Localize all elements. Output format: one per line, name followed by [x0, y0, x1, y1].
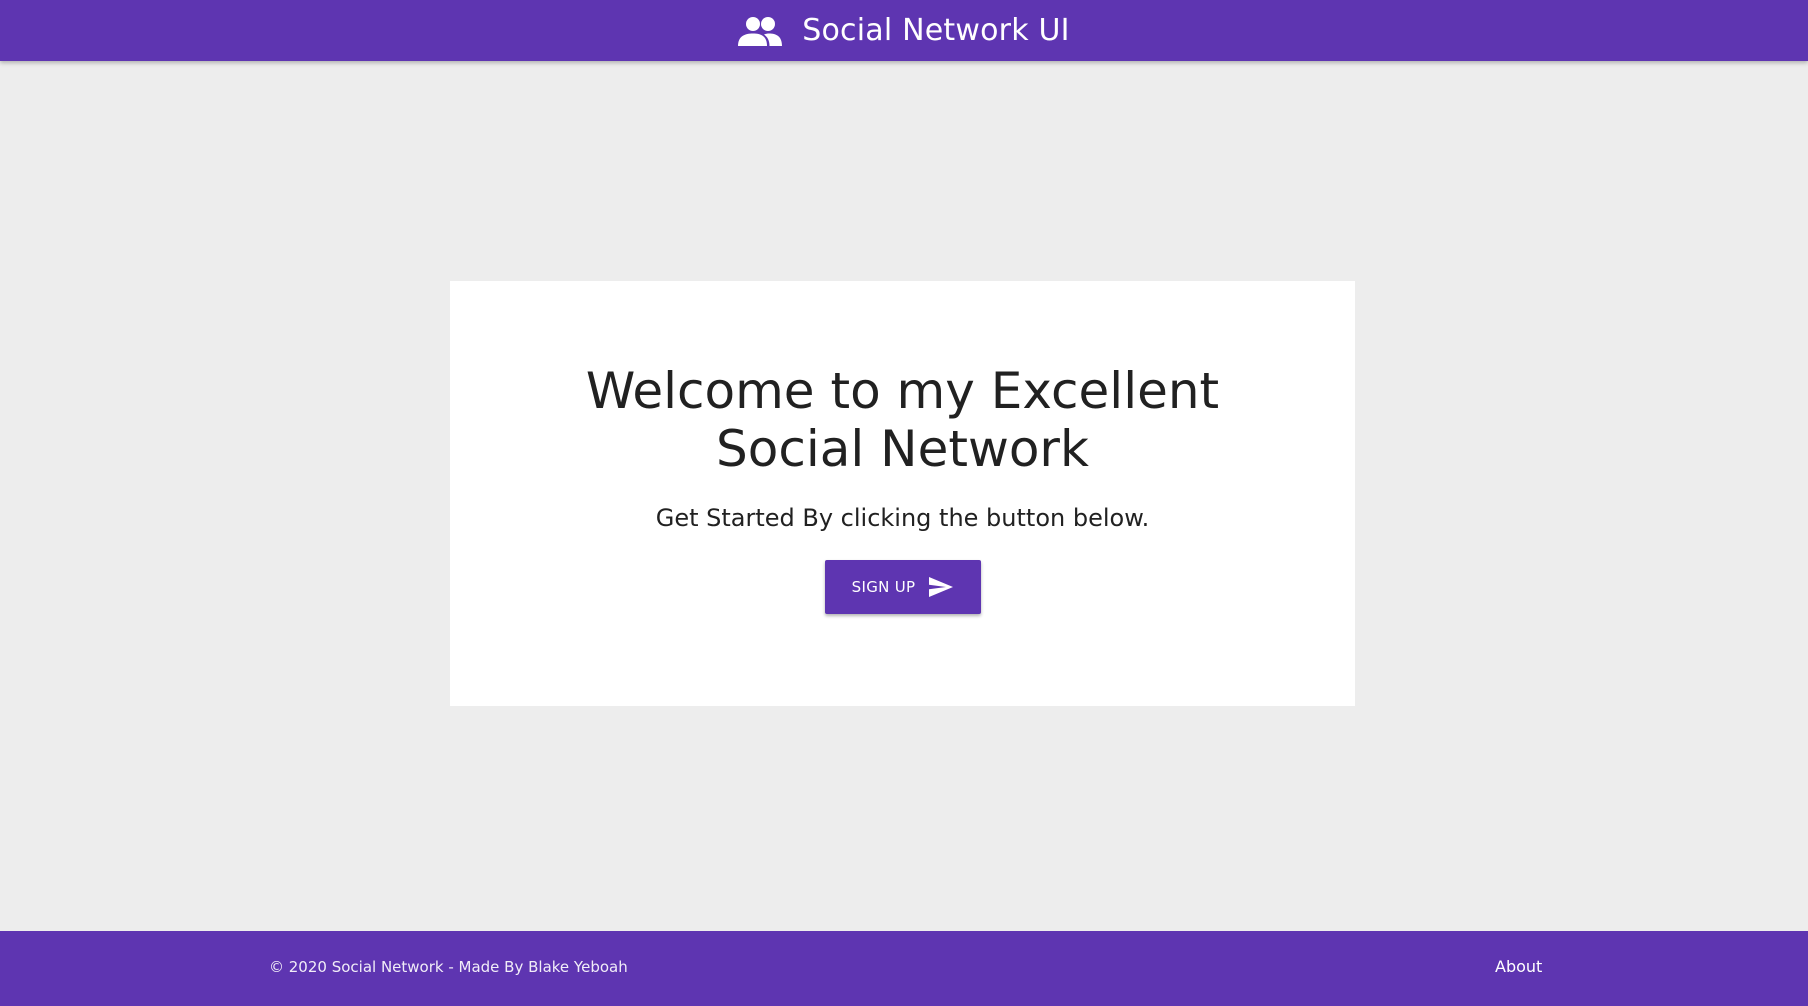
brand-link[interactable]: Social Network UI — [738, 13, 1070, 48]
app-title: Social Network UI — [802, 13, 1070, 48]
welcome-card: Welcome to my Excellent Social Network G… — [450, 281, 1355, 706]
copyright-text: © 2020 Social Network - Made By Blake Ye… — [269, 958, 628, 976]
send-icon — [929, 577, 954, 597]
top-app-bar: Social Network UI — [0, 0, 1808, 61]
about-link[interactable]: About — [1495, 957, 1542, 976]
sign-up-button[interactable]: SIGN UP — [824, 560, 981, 614]
welcome-headline: Welcome to my Excellent Social Network — [585, 362, 1220, 478]
sign-up-label: SIGN UP — [851, 578, 916, 596]
get-started-text: Get Started By clicking the button below… — [655, 504, 1150, 532]
footer: © 2020 Social Network - Made By Blake Ye… — [0, 931, 1808, 1006]
people-icon — [738, 16, 783, 46]
